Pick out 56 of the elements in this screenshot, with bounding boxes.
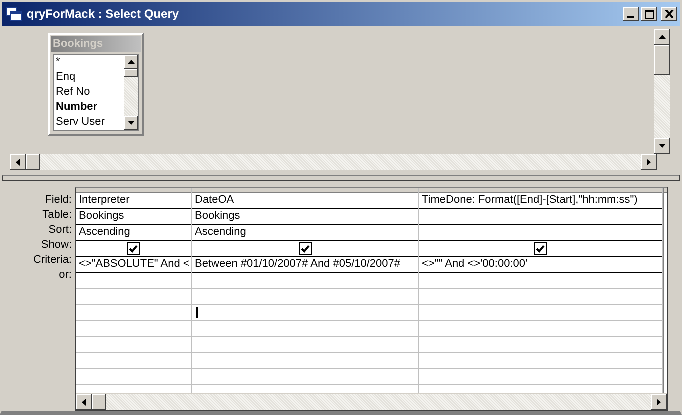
show-checkbox[interactable] — [298, 242, 312, 255]
scrollbar-thumb[interactable] — [124, 69, 138, 77]
minimize-button[interactable] — [623, 7, 639, 21]
column-selector[interactable] — [76, 188, 191, 193]
scroll-right-button[interactable] — [641, 154, 657, 170]
up-arrow-icon — [658, 35, 666, 39]
row-label: Show: — [40, 238, 72, 253]
scroll-down-button[interactable] — [124, 116, 138, 130]
grid-cell[interactable]: DateOA — [192, 193, 418, 209]
field-item[interactable]: Ref No — [56, 85, 124, 100]
row-label: Table: — [42, 208, 72, 223]
grid-cell[interactable]: Interpreter — [76, 193, 191, 209]
row-label: Sort: — [48, 223, 72, 238]
row-label: Criteria: — [32, 253, 72, 268]
down-arrow-icon — [128, 121, 134, 125]
down-arrow-icon — [658, 144, 666, 148]
query-icon — [6, 7, 22, 21]
scroll-down-button[interactable] — [654, 138, 670, 154]
scrollbar-thumb[interactable] — [26, 154, 40, 170]
grid-cell[interactable]: Ascending — [76, 225, 191, 241]
scrollbar-thumb[interactable] — [654, 45, 670, 75]
pane-splitter[interactable] — [2, 175, 680, 181]
row-label: Field: — [44, 193, 72, 208]
right-arrow-icon — [647, 158, 651, 166]
right-arrow-icon — [657, 398, 661, 406]
left-arrow-icon — [82, 398, 86, 406]
grid-cell[interactable]: TimeDone: Format([End]-[Start],"hh:mm:ss") — [419, 193, 662, 209]
field-item[interactable]: Enq — [56, 70, 124, 85]
close-button[interactable] — [661, 7, 677, 21]
scroll-up-button[interactable] — [654, 29, 670, 45]
show-checkbox[interactable] — [127, 242, 140, 255]
maximize-icon — [644, 10, 654, 18]
up-arrow-icon — [128, 60, 134, 64]
scroll-up-button[interactable] — [124, 55, 138, 69]
left-arrow-icon — [16, 158, 20, 166]
grid-cell[interactable]: <>"ABSOLUTE" And < — [76, 257, 191, 273]
scroll-left-button[interactable] — [10, 154, 26, 170]
text-cursor-icon — [196, 307, 198, 318]
scroll-right-button[interactable] — [651, 394, 667, 410]
column-selector[interactable] — [192, 188, 418, 193]
grid-cell[interactable]: Ascending — [192, 225, 418, 241]
field-item[interactable]: Number — [56, 100, 124, 115]
grid-cell[interactable]: Bookings — [192, 209, 418, 225]
field-item[interactable]: Serv User — [56, 115, 124, 130]
row-label: or: — [58, 268, 72, 283]
window-title: qryForMack : Select Query — [27, 7, 180, 21]
scroll-left-button[interactable] — [76, 394, 92, 410]
grid-cell[interactable]: Bookings — [76, 209, 191, 225]
scrollbar-thumb[interactable] — [92, 394, 106, 410]
close-icon — [664, 10, 674, 18]
field-item[interactable]: * — [56, 55, 124, 70]
maximize-button[interactable] — [641, 7, 657, 21]
grid-cell[interactable]: <>"" And <>'00:00:00' — [419, 257, 662, 273]
show-checkbox[interactable] — [534, 242, 547, 255]
grid-cell[interactable]: Between #01/10/2007# And #05/10/2007# — [192, 257, 418, 273]
column-selector[interactable] — [419, 188, 662, 193]
